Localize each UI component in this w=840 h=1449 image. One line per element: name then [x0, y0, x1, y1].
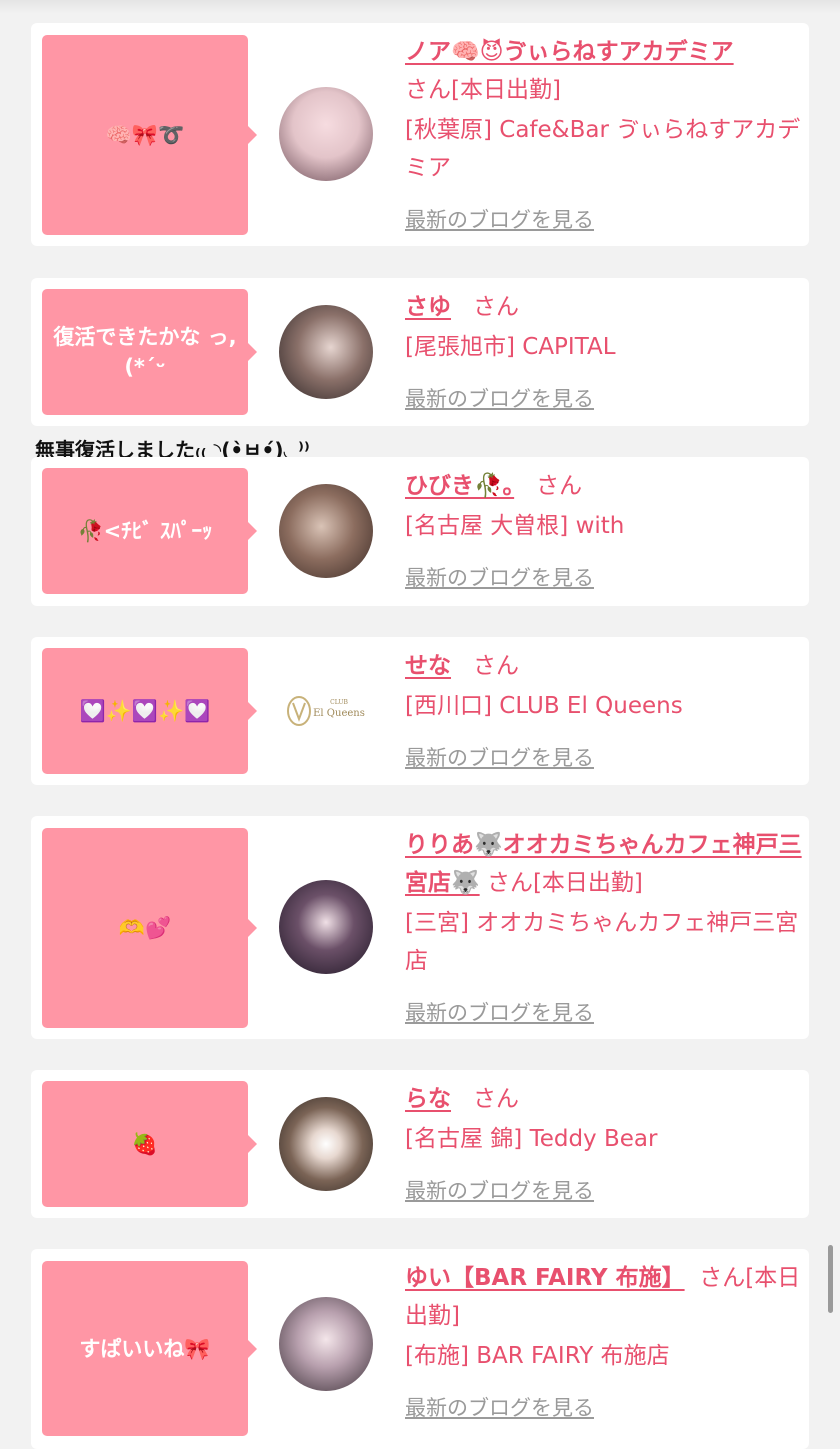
cast-card: 復活できたかな っ,(*ˊᵕ さゆ さん [尾張旭市] CAPITAL 最新のブ… — [31, 278, 809, 426]
cast-card: 🧠🎀➰ ノア🧠😈ゔぃらねすアカデミア さん[本日出勤] [秋葉原] Cafe&B… — [31, 23, 809, 246]
cast-name-link[interactable]: ノア🧠😈ゔぃらねすアカデミア — [405, 39, 734, 65]
cast-info: らな さん [名古屋 錦] Teddy Bear 最新のブログを見る — [405, 1080, 805, 1210]
cast-info: ノア🧠😈ゔぃらねすアカデミア さん[本日出勤] [秋葉原] Cafe&Bar ゔ… — [405, 33, 805, 239]
comment-bubble: 💟✨💟✨💟 — [42, 648, 257, 774]
latest-blog-link[interactable]: 最新のブログを見る — [405, 1389, 594, 1427]
latest-blog-link[interactable]: 最新のブログを見る — [405, 739, 594, 777]
shop-name: [名古屋 大曽根] with — [405, 513, 625, 539]
cast-suffix: さん[本日出勤] — [405, 77, 561, 103]
comment-bubble: 🍓 — [42, 1081, 257, 1207]
shop-name: [西川口] CLUB El Queens — [405, 693, 683, 719]
cast-name-link[interactable]: ひびき🥀｡ — [405, 473, 514, 499]
cast-card: 🥀<ﾁﾋﾞ ｽﾊﾟｰｯ ひびき🥀｡ さん [名古屋 大曽根] with 最新のブ… — [31, 457, 809, 606]
comment-bubble: 復活できたかな っ,(*ˊᵕ — [42, 289, 257, 415]
cast-card: 🫶💕 りりあ🐺オオカミちゃんカフェ神戸三宮店🐺 さん[本日出勤] [三宮] オオ… — [31, 816, 809, 1039]
cast-avatar[interactable] — [279, 1097, 373, 1191]
cast-name-link[interactable]: ゆい【BAR FAIRY 布施】 — [405, 1265, 685, 1291]
comment-bubble: すぱいいね🎀 — [42, 1261, 257, 1436]
latest-blog-link[interactable]: 最新のブログを見る — [405, 1172, 594, 1210]
comment-bubble: 🥀<ﾁﾋﾞ ｽﾊﾟｰｯ — [42, 468, 257, 594]
shop-logo[interactable]: CLUB El Queens — [279, 664, 373, 758]
shop-name: [名古屋 錦] Teddy Bear — [405, 1126, 658, 1152]
cast-suffix: さん — [472, 653, 519, 679]
cast-card: 🍓 らな さん [名古屋 錦] Teddy Bear 最新のブログを見る — [31, 1070, 809, 1218]
top-shadow — [0, 0, 840, 14]
cast-suffix: さん[本日出勤] — [486, 870, 643, 896]
latest-blog-link[interactable]: 最新のブログを見る — [405, 380, 594, 418]
cast-name-link[interactable]: さゆ — [405, 294, 451, 320]
cast-suffix: さん — [536, 473, 583, 499]
cast-card: すぱいいね🎀 ゆい【BAR FAIRY 布施】 さん[本日出勤] [布施] BA… — [31, 1249, 809, 1449]
cast-avatar[interactable] — [279, 1297, 373, 1391]
latest-blog-link[interactable]: 最新のブログを見る — [405, 201, 594, 239]
cast-info: せな さん [西川口] CLUB El Queens 最新のブログを見る — [405, 647, 805, 777]
cast-info: りりあ🐺オオカミちゃんカフェ神戸三宮店🐺 さん[本日出勤] [三宮] オオカミち… — [405, 826, 805, 1032]
shop-name: [三宮] オオカミちゃんカフェ神戸三宮店 — [405, 910, 799, 974]
cast-suffix: さん — [472, 294, 519, 320]
cast-avatar[interactable] — [279, 87, 373, 181]
cast-info: ひびき🥀｡ さん [名古屋 大曽根] with 最新のブログを見る — [405, 467, 805, 597]
cast-card: 💟✨💟✨💟 CLUB El Queens せな さん [西川口] CLUB El… — [31, 637, 809, 785]
cast-name-link[interactable]: らな — [405, 1086, 451, 1112]
cast-avatar[interactable] — [279, 484, 373, 578]
latest-blog-link[interactable]: 最新のブログを見る — [405, 994, 594, 1032]
cast-name-link[interactable]: せな — [405, 653, 451, 679]
shop-name: [秋葉原] Cafe&Bar ゔぃらねすアカデミア — [405, 117, 801, 181]
cast-info: さゆ さん [尾張旭市] CAPITAL 最新のブログを見る — [405, 288, 805, 418]
cast-avatar[interactable] — [279, 305, 373, 399]
scrollbar-thumb[interactable] — [828, 1245, 833, 1313]
svg-text:El Queens: El Queens — [313, 708, 365, 719]
shop-name: [尾張旭市] CAPITAL — [405, 334, 616, 360]
latest-blog-link[interactable]: 最新のブログを見る — [405, 559, 594, 597]
cast-suffix: さん — [472, 1086, 519, 1112]
comment-bubble: 🫶💕 — [42, 828, 257, 1028]
cast-avatar[interactable] — [279, 880, 373, 974]
shop-name: [布施] BAR FAIRY 布施店 — [405, 1343, 670, 1369]
svg-text:CLUB: CLUB — [330, 699, 348, 706]
cast-info: ゆい【BAR FAIRY 布施】 さん[本日出勤] [布施] BAR FAIRY… — [405, 1259, 805, 1427]
comment-bubble: 🧠🎀➰ — [42, 35, 257, 235]
